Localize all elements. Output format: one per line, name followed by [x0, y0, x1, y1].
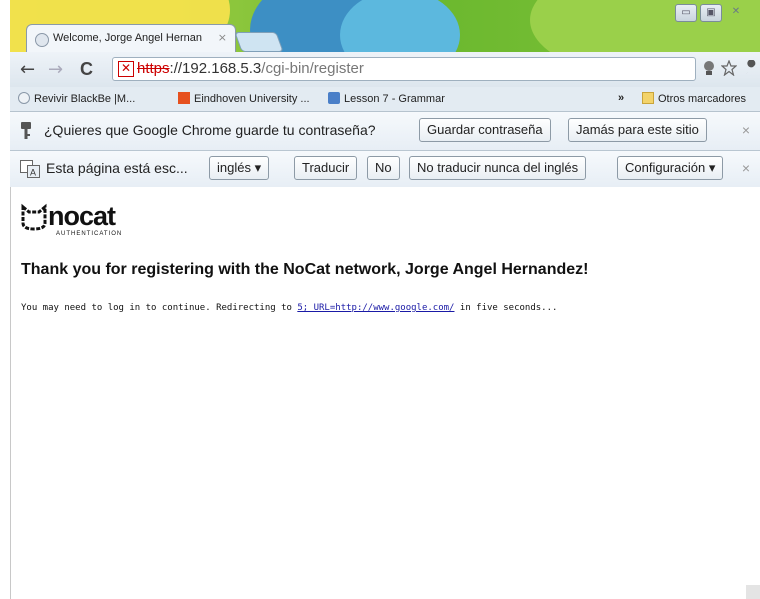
translate-button[interactable]: Traducir	[294, 156, 358, 180]
redirect-message: You may need to log in to continue. Redi…	[21, 303, 557, 313]
bookmark-label: Eindhoven University ...	[194, 93, 310, 105]
close-infobar-icon[interactable]: ×	[742, 122, 750, 138]
redirect-link[interactable]: 5; URL=http://www.google.com/	[297, 303, 454, 313]
dropdown-arrow-icon: ▾	[708, 160, 716, 175]
bookmark-label: Revivir BlackBe |M...	[34, 93, 136, 105]
never-save-password-button[interactable]: Jamás para este sitio	[568, 118, 707, 142]
new-tab-button[interactable]	[234, 32, 284, 52]
url-host: ://192.168.5.3	[169, 60, 262, 77]
forward-button[interactable]: →	[48, 59, 63, 80]
bookmark-star-icon[interactable]	[720, 59, 738, 80]
lightbulb-icon[interactable]	[702, 60, 716, 80]
bookmark-item[interactable]: Revivir BlackBe |M...	[18, 92, 135, 105]
logo-wordmark: nocat	[48, 201, 116, 231]
translate-prompt-text: Esta página está esc...	[46, 160, 188, 176]
other-bookmarks-label: Otros marcadores	[658, 93, 747, 105]
translate-settings-button[interactable]: Configuración ▾	[617, 156, 724, 180]
save-password-button[interactable]: Guardar contraseña	[419, 118, 551, 142]
reload-button[interactable]: C	[80, 59, 93, 80]
bookmark-item[interactable]: Eindhoven University ...	[178, 92, 310, 105]
nocat-logo: nocat AUTHENTICATION	[20, 201, 180, 241]
tue-icon	[178, 92, 190, 104]
never-translate-button[interactable]: No traducir nunca del inglés	[409, 156, 587, 180]
svg-text:A: A	[30, 168, 36, 178]
folder-icon	[642, 92, 654, 104]
language-value: inglés	[217, 160, 251, 175]
tab-close-icon[interactable]: ×	[218, 31, 227, 44]
address-bar[interactable]: ✕ https://192.168.5.3/cgi-bin/register	[112, 57, 696, 81]
close-window-button[interactable]: ✕	[725, 4, 747, 22]
loading-favicon-icon	[35, 33, 49, 47]
redirect-prefix: You may need to log in to continue. Redi…	[21, 303, 298, 313]
title-bar: Welcome, Jorge Angel Hernan × ▭ ▣ ✕	[10, 0, 760, 52]
other-bookmarks-folder[interactable]: Otros marcadores	[642, 92, 746, 105]
page-heading: Thank you for registering with the NoCat…	[21, 261, 589, 278]
language-select[interactable]: inglés ▾	[209, 156, 270, 180]
translate-icon: A	[20, 160, 40, 183]
browser-window: Welcome, Jorge Angel Hernan × ▭ ▣ ✕ ← → …	[10, 0, 760, 599]
no-translate-button[interactable]: No	[367, 156, 400, 180]
translate-infobar: A Esta página está esc... inglés ▾ Tradu…	[10, 151, 760, 188]
ssl-error-icon[interactable]: ✕	[118, 61, 134, 77]
page-icon	[18, 92, 30, 104]
tab-title: Welcome, Jorge Angel Hernan	[53, 32, 202, 44]
bookmarks-bar: Revivir BlackBe |M... Eindhoven Universi…	[10, 87, 760, 112]
dropdown-arrow-icon: ▾	[254, 160, 262, 175]
content-border	[10, 187, 11, 599]
wrench-icon[interactable]	[743, 59, 759, 80]
redirect-suffix: in five seconds...	[454, 303, 558, 313]
url-path: /cgi-bin/register	[261, 60, 364, 77]
theme-decoration	[340, 0, 460, 52]
url-scheme: https	[137, 60, 170, 77]
scrollbar-corner	[746, 585, 760, 599]
active-tab[interactable]: Welcome, Jorge Angel Hernan ×	[26, 24, 236, 52]
bookmark-label: Lesson 7 - Grammar	[344, 93, 445, 105]
close-infobar-icon[interactable]: ×	[742, 160, 750, 176]
key-icon	[20, 121, 32, 146]
password-prompt-text: ¿Quieres que Google Chrome guarde tu con…	[44, 122, 376, 138]
back-button[interactable]: ←	[20, 59, 35, 80]
bookmarks-overflow-button[interactable]: »	[618, 92, 624, 104]
minimize-button[interactable]: ▭	[675, 4, 697, 22]
browser-toolbar: ← → C ✕ https://192.168.5.3/cgi-bin/regi…	[10, 52, 760, 88]
logo-subtitle: AUTHENTICATION	[56, 231, 123, 237]
book-icon	[328, 92, 340, 104]
page-content: nocat AUTHENTICATION Thank you for regis…	[10, 187, 760, 599]
cat-head-icon	[21, 203, 47, 231]
bookmark-item[interactable]: Lesson 7 - Grammar	[328, 92, 445, 105]
settings-label: Configuración	[625, 160, 706, 175]
save-password-infobar: ¿Quieres que Google Chrome guarde tu con…	[10, 112, 760, 151]
maximize-button[interactable]: ▣	[700, 4, 722, 22]
url-text[interactable]: https://192.168.5.3/cgi-bin/register	[137, 60, 364, 77]
